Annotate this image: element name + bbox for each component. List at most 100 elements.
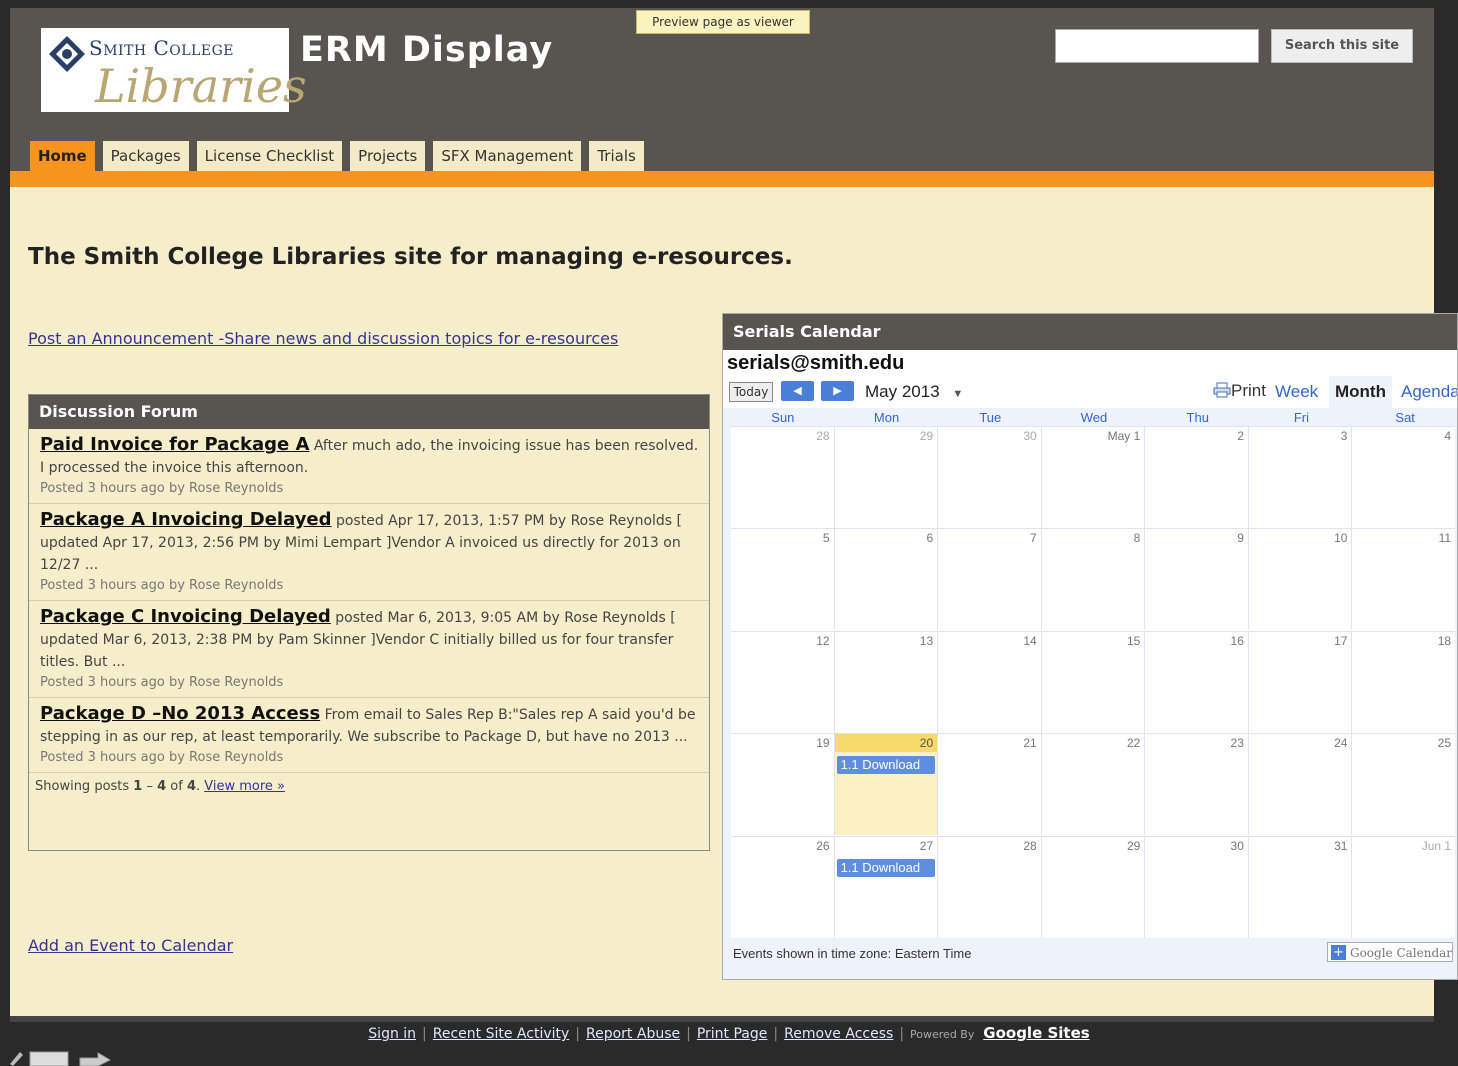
site-title[interactable]: ERM Display xyxy=(300,30,553,70)
calendar-day[interactable]: 27 1.1 Download xyxy=(833,836,938,938)
calendar-day[interactable]: 30 xyxy=(1144,836,1248,938)
print-button[interactable]: Print xyxy=(1213,381,1266,401)
search-button[interactable]: Search this site xyxy=(1271,29,1413,63)
dow-label: Fri xyxy=(1293,410,1310,425)
google-sites-link[interactable]: Google Sites xyxy=(983,1024,1089,1042)
tab-sfx-management[interactable]: SFX Management xyxy=(433,141,582,171)
pagination-dash: – xyxy=(142,779,158,794)
post-title-link[interactable]: Package D –No 2013 Access xyxy=(40,703,320,724)
google-calendar-badge[interactable]: + Google Calendar xyxy=(1327,942,1453,962)
nav-underline-bar xyxy=(10,171,1434,187)
calendar-day[interactable]: 26 xyxy=(731,837,834,938)
day-number: 15 xyxy=(1126,633,1141,648)
day-number: 27 xyxy=(919,838,934,853)
day-number: May 1 xyxy=(1107,429,1141,443)
tab-packages[interactable]: Packages xyxy=(102,141,189,171)
prev-month-button[interactable]: ◀ xyxy=(781,381,814,401)
post-meta: Posted 3 hours ago by Rose Reynolds xyxy=(40,578,284,593)
post-title-link[interactable]: Paid Invoice for Package A xyxy=(40,434,309,455)
calendar-day[interactable]: 2 xyxy=(1144,427,1248,528)
calendar-day[interactable]: 22 xyxy=(1040,734,1145,836)
add-event-link[interactable]: Add an Event to Calendar xyxy=(28,936,233,955)
print-page-link[interactable]: Print Page xyxy=(697,1026,768,1042)
edit-toolbar-icons[interactable] xyxy=(8,1048,118,1066)
calendar-day[interactable]: 7 xyxy=(937,529,1041,631)
next-month-button[interactable]: ▶ xyxy=(821,381,854,401)
post-title-link[interactable]: Package C Invoicing Delayed xyxy=(40,606,331,627)
post-title-link[interactable]: Package A Invoicing Delayed xyxy=(40,509,332,530)
sign-in-link[interactable]: Sign in xyxy=(368,1026,416,1042)
calendar-day[interactable]: 25 xyxy=(1351,734,1455,836)
calendar-day[interactable]: 19 xyxy=(731,734,834,835)
day-number: Jun 1 xyxy=(1421,838,1452,853)
pencil-icon xyxy=(10,1052,23,1066)
month-selector[interactable]: May 2013 ▼ xyxy=(865,382,963,402)
print-label: Print xyxy=(1231,381,1266,400)
calendar-title: Serials Calendar xyxy=(723,314,1457,350)
calendar-day[interactable]: 15 xyxy=(1040,631,1145,733)
calendar-day[interactable]: 6 xyxy=(833,529,938,631)
site-logo[interactable]: Smith College Libraries xyxy=(41,28,307,112)
pagination-from: 1 xyxy=(133,779,143,794)
calendar-day[interactable]: 17 xyxy=(1247,631,1352,733)
tab-trials[interactable]: Trials xyxy=(589,141,644,171)
day-number: 28 xyxy=(816,429,830,443)
calendar-week-row: 28 29 30 May 1 2 3 4 xyxy=(731,426,1455,528)
calendar-day[interactable]: 14 xyxy=(937,631,1041,733)
recent-activity-link[interactable]: Recent Site Activity xyxy=(433,1026,570,1042)
day-number: 12 xyxy=(816,633,830,648)
printer-icon xyxy=(1213,382,1231,398)
view-tab-agenda[interactable]: Agenda xyxy=(1395,376,1457,408)
calendar-day[interactable]: 8 xyxy=(1040,529,1145,631)
calendar-day[interactable]: 10 xyxy=(1247,529,1352,631)
view-tab-month[interactable]: Month xyxy=(1329,376,1392,408)
calendar-day[interactable]: 24 xyxy=(1247,734,1352,836)
day-number: 28 xyxy=(1023,838,1037,853)
calendar-day[interactable]: 4 xyxy=(1351,427,1455,528)
calendar-day[interactable]: 29 xyxy=(1040,836,1145,938)
day-number: 30 xyxy=(1023,429,1037,443)
view-tab-week[interactable]: Week xyxy=(1269,376,1324,408)
calendar-day[interactable]: 28 xyxy=(937,836,1041,938)
calendar-toolbar: Today ◀ ▶ May 2013 ▼ Print Week Month Ag… xyxy=(723,376,1457,408)
calendar-day[interactable]: 18 xyxy=(1351,631,1455,733)
calendar-day[interactable]: 16 xyxy=(1144,631,1248,733)
calendar-day[interactable]: May 1 xyxy=(1040,427,1145,528)
calendar-day[interactable]: 31 xyxy=(1247,836,1352,938)
today-button[interactable]: Today xyxy=(729,382,773,402)
day-number: 6 xyxy=(926,531,934,546)
calendar-day[interactable]: 11 xyxy=(1351,529,1455,631)
day-number: 3 xyxy=(1340,429,1348,443)
dow-label: Mon xyxy=(873,410,900,425)
tab-license-checklist[interactable]: License Checklist xyxy=(196,141,343,171)
preview-as-viewer-button[interactable]: Preview page as viewer xyxy=(636,10,810,34)
remove-access-link[interactable]: Remove Access xyxy=(784,1026,893,1042)
page-icon xyxy=(29,1051,69,1066)
calendar-day[interactable]: 12 xyxy=(731,632,834,733)
day-number: 29 xyxy=(1126,838,1141,853)
day-number: 4 xyxy=(1444,429,1452,443)
calendar-day-today[interactable]: 20 1.1 Download xyxy=(833,734,938,836)
calendar-day[interactable]: 9 xyxy=(1144,529,1248,631)
tab-home[interactable]: Home xyxy=(30,141,95,171)
calendar-day[interactable]: 13 xyxy=(833,631,938,733)
post-announcement-link[interactable]: Post an Announcement -Share news and dis… xyxy=(28,329,618,348)
calendar-day[interactable]: 23 xyxy=(1144,734,1248,836)
report-abuse-link[interactable]: Report Abuse xyxy=(586,1026,680,1042)
tab-projects[interactable]: Projects xyxy=(350,141,426,171)
calendar-event[interactable]: 1.1 Download xyxy=(836,756,936,775)
calendar-day[interactable]: 29 xyxy=(833,427,938,528)
calendar-day[interactable]: 28 xyxy=(731,427,834,528)
view-more-link[interactable]: View more » xyxy=(204,779,285,794)
search-input[interactable] xyxy=(1055,29,1259,63)
calendar-day[interactable]: Jun 1 xyxy=(1351,836,1455,938)
calendar-day[interactable]: 5 xyxy=(731,529,834,630)
dow-label: Thu xyxy=(1186,410,1209,425)
calendar-day[interactable]: 21 xyxy=(937,734,1041,836)
calendar-event[interactable]: 1.1 Download xyxy=(836,858,936,877)
discussion-forum: Discussion Forum Paid Invoice for Packag… xyxy=(28,394,710,851)
day-number: 13 xyxy=(919,633,934,648)
calendar-week-row: 26 27 1.1 Download 28 29 30 31 Jun 1 xyxy=(731,835,1455,938)
calendar-day[interactable]: 30 xyxy=(937,427,1041,528)
calendar-day[interactable]: 3 xyxy=(1247,427,1352,528)
